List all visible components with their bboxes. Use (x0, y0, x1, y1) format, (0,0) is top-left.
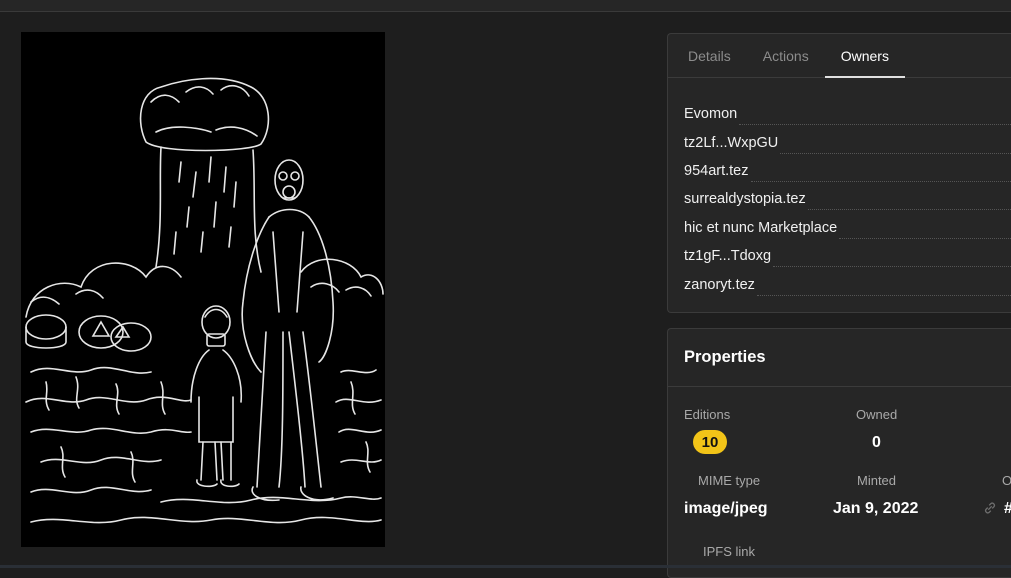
list-item: tz2Lf...WxpGU (684, 128, 1011, 156)
owner-link[interactable]: hic et nunc Marketplace (684, 220, 837, 236)
owner-link[interactable]: tz1gF...Tdoxg (684, 248, 771, 264)
properties-panel: Properties Editions 10 Owned 0 MIME type… (667, 328, 1011, 578)
dotted-leader (773, 253, 1011, 267)
owner-link[interactable]: Evomon (684, 106, 737, 122)
top-bar (0, 0, 1011, 12)
dotted-leader (751, 168, 1011, 182)
minted-label: Minted (857, 473, 896, 488)
list-item: surrealdystopia.tez (684, 185, 1011, 213)
dotted-leader (780, 140, 1011, 154)
ipfs-link-label: IPFS link (703, 544, 755, 559)
owner-list: Evomon tz2Lf...WxpGU 954art.tez surreald… (668, 78, 1011, 299)
owners-panel: Details Actions Owners Evomon tz2Lf...Wx… (667, 33, 1011, 313)
dotted-leader (757, 282, 1011, 296)
list-item: Evomon (684, 100, 1011, 128)
list-item: tz1gF...Tdoxg (684, 242, 1011, 270)
list-item: hic et nunc Marketplace (684, 214, 1011, 242)
owner-link[interactable]: 954art.tez (684, 163, 749, 179)
list-item: 954art.tez (684, 157, 1011, 185)
properties-title: Properties (684, 348, 766, 367)
minted-value: Jan 9, 2022 (833, 500, 918, 518)
owned-label: Owned (856, 407, 897, 422)
artwork-image[interactable] (21, 32, 385, 547)
tab-actions[interactable]: Actions (747, 34, 825, 77)
tab-bar: Details Actions Owners (668, 34, 1011, 78)
artwork-illustration (21, 32, 385, 547)
owner-link[interactable]: tz2Lf...WxpGU (684, 135, 778, 151)
partial-label: O (1002, 473, 1011, 488)
dotted-leader (808, 196, 1011, 210)
list-item: zanoryt.tez (684, 270, 1011, 298)
tab-owners[interactable]: Owners (825, 34, 905, 77)
editions-badge: 10 (693, 430, 727, 454)
partial-value[interactable]: # (1004, 500, 1011, 518)
owner-link[interactable]: surrealdystopia.tez (684, 191, 806, 207)
mime-type-value: image/jpeg (684, 500, 768, 518)
properties-header: Properties (668, 329, 1011, 387)
link-icon[interactable] (983, 501, 997, 515)
owned-value: 0 (872, 434, 881, 452)
editions-label: Editions (684, 407, 730, 422)
owner-link[interactable]: zanoryt.tez (684, 277, 755, 293)
dotted-leader (739, 111, 1011, 125)
mime-type-label: MIME type (698, 473, 760, 488)
dotted-leader (839, 225, 1011, 239)
tab-details[interactable]: Details (672, 34, 747, 77)
